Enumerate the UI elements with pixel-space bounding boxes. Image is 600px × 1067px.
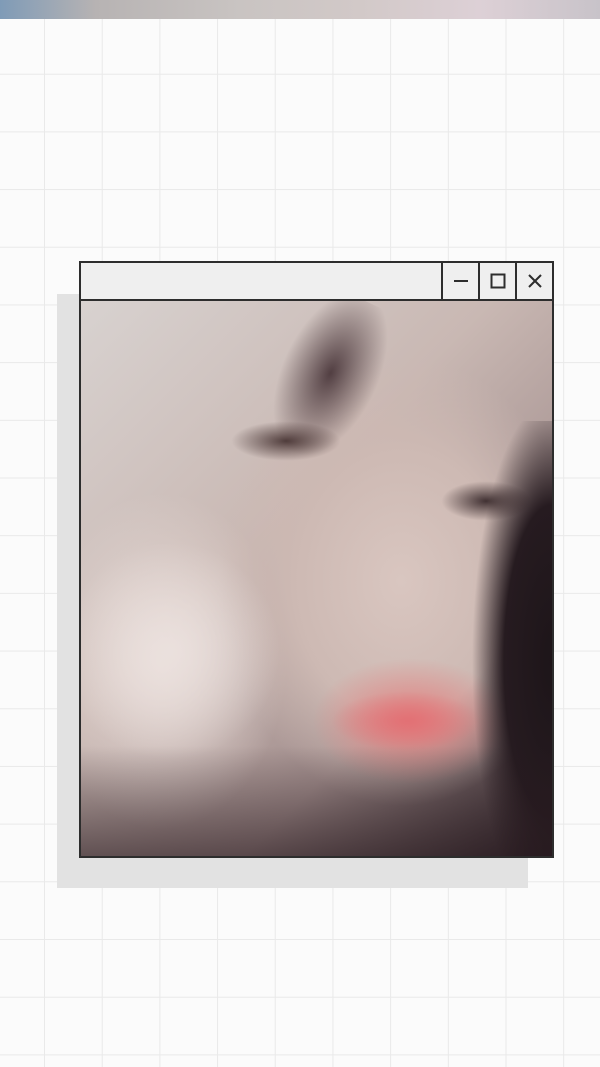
photo-eye-right	[441, 481, 531, 521]
window-controls	[441, 263, 552, 299]
top-photo-strip	[0, 0, 600, 19]
minimize-button[interactable]	[441, 263, 478, 299]
maximize-button[interactable]	[478, 263, 515, 299]
minimize-icon	[453, 280, 468, 282]
photo-hand	[81, 541, 281, 761]
close-button[interactable]	[515, 263, 552, 299]
photo-eye-left	[231, 421, 341, 461]
photo-lips	[331, 691, 481, 751]
photo-bottom-shade	[81, 746, 552, 856]
maximize-icon	[490, 273, 505, 289]
window-titlebar[interactable]	[81, 263, 552, 301]
photo-window	[79, 261, 554, 858]
close-icon	[527, 274, 542, 288]
selfie-photo	[81, 301, 552, 856]
